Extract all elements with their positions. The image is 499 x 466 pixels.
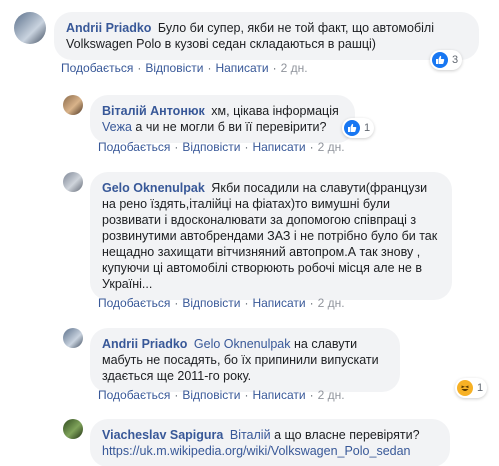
comment-bubble: Gelo Oknenulpak Якби посадили на славути… — [90, 172, 452, 300]
reaction-count: 3 — [452, 54, 459, 66]
reply-link[interactable]: Відповісти — [145, 61, 203, 75]
comment-2: Віталій Антонюк хм, цікава інформація Ve… — [63, 95, 355, 143]
reply-link[interactable]: Відповісти — [182, 296, 240, 310]
write-link[interactable]: Написати — [252, 140, 305, 154]
comment-author[interactable]: Віталій Антонюк — [102, 104, 205, 118]
comment-bubble: Andrii Priadko Було би супер, якби не то… — [54, 12, 479, 60]
comment-bubble: Viacheslav Sapigura Віталій а що власне … — [90, 419, 450, 466]
like-link[interactable]: Подобається — [98, 296, 170, 310]
like-icon — [344, 120, 360, 136]
comment-author[interactable]: Andrii Priadko — [102, 337, 187, 351]
comment-actions: Подобається · Відповісти · Написати · 2 дн. — [61, 61, 308, 75]
haha-icon — [457, 380, 473, 396]
comment-4: Andrii Priadko Gelo Oknenulpak на славут… — [63, 328, 400, 392]
comment-bubble: Andrii Priadko Gelo Oknenulpak на славут… — [90, 328, 400, 392]
write-link[interactable]: Написати — [215, 61, 268, 75]
comment-actions: Подобається · Відповісти · Написати · 2 дн. — [98, 140, 345, 154]
comment-text: хм, цікава інформація — [211, 104, 339, 118]
reaction-badge[interactable]: 1 — [342, 118, 375, 138]
comment-author[interactable]: Andrii Priadko — [66, 21, 151, 35]
avatar[interactable] — [14, 12, 46, 44]
comment-text: а що власне перевіряти? — [274, 428, 420, 442]
url-link[interactable]: https://uk.m.wikipedia.org/wiki/Volkswag… — [102, 444, 411, 458]
mention-link[interactable]: Gelo Oknenulpak — [194, 337, 291, 351]
comment-bubble: Віталій Антонюк хм, цікава інформація Ve… — [90, 95, 355, 143]
like-icon — [432, 52, 448, 68]
reaction-count: 1 — [364, 122, 371, 134]
timestamp[interactable]: 2 дн. — [318, 388, 345, 402]
reply-link[interactable]: Відповісти — [182, 388, 240, 402]
reply-link[interactable]: Відповісти — [182, 140, 240, 154]
reaction-count: 1 — [477, 382, 484, 394]
timestamp[interactable]: 2 дн. — [318, 296, 345, 310]
avatar[interactable] — [63, 95, 83, 115]
reaction-badge[interactable]: 3 — [430, 50, 463, 70]
write-link[interactable]: Написати — [252, 296, 305, 310]
like-link[interactable]: Подобається — [98, 388, 170, 402]
comment-3: Gelo Oknenulpak Якби посадили на славути… — [63, 172, 452, 300]
avatar[interactable] — [63, 172, 83, 192]
comment-author[interactable]: Viacheslav Sapigura — [102, 428, 223, 442]
timestamp[interactable]: 2 дн. — [281, 61, 308, 75]
comment-actions: Подобається · Відповісти · Написати · 2 дн. — [98, 388, 345, 402]
write-link[interactable]: Написати — [252, 388, 305, 402]
comment-text-2: а чи не могли б ви її перевірити? — [135, 120, 327, 134]
avatar[interactable] — [63, 328, 83, 348]
avatar[interactable] — [63, 419, 83, 439]
mention-link[interactable]: Віталій — [230, 428, 271, 442]
mention-link[interactable]: Veжа — [102, 120, 132, 134]
comment-author[interactable]: Gelo Oknenulpak — [102, 181, 205, 195]
comment-actions: Подобається · Відповісти · Написати · 2 дн. — [98, 296, 345, 310]
comment-5: Viacheslav Sapigura Віталій а що власне … — [63, 419, 450, 466]
comment-1: Andrii Priadko Було би супер, якби не то… — [14, 12, 479, 60]
timestamp[interactable]: 2 дн. — [318, 140, 345, 154]
reaction-badge[interactable]: 1 — [455, 378, 488, 398]
comment-text: Якби посадили на славути(французи на рен… — [102, 181, 438, 291]
like-link[interactable]: Подобається — [98, 140, 170, 154]
like-link[interactable]: Подобається — [61, 61, 133, 75]
